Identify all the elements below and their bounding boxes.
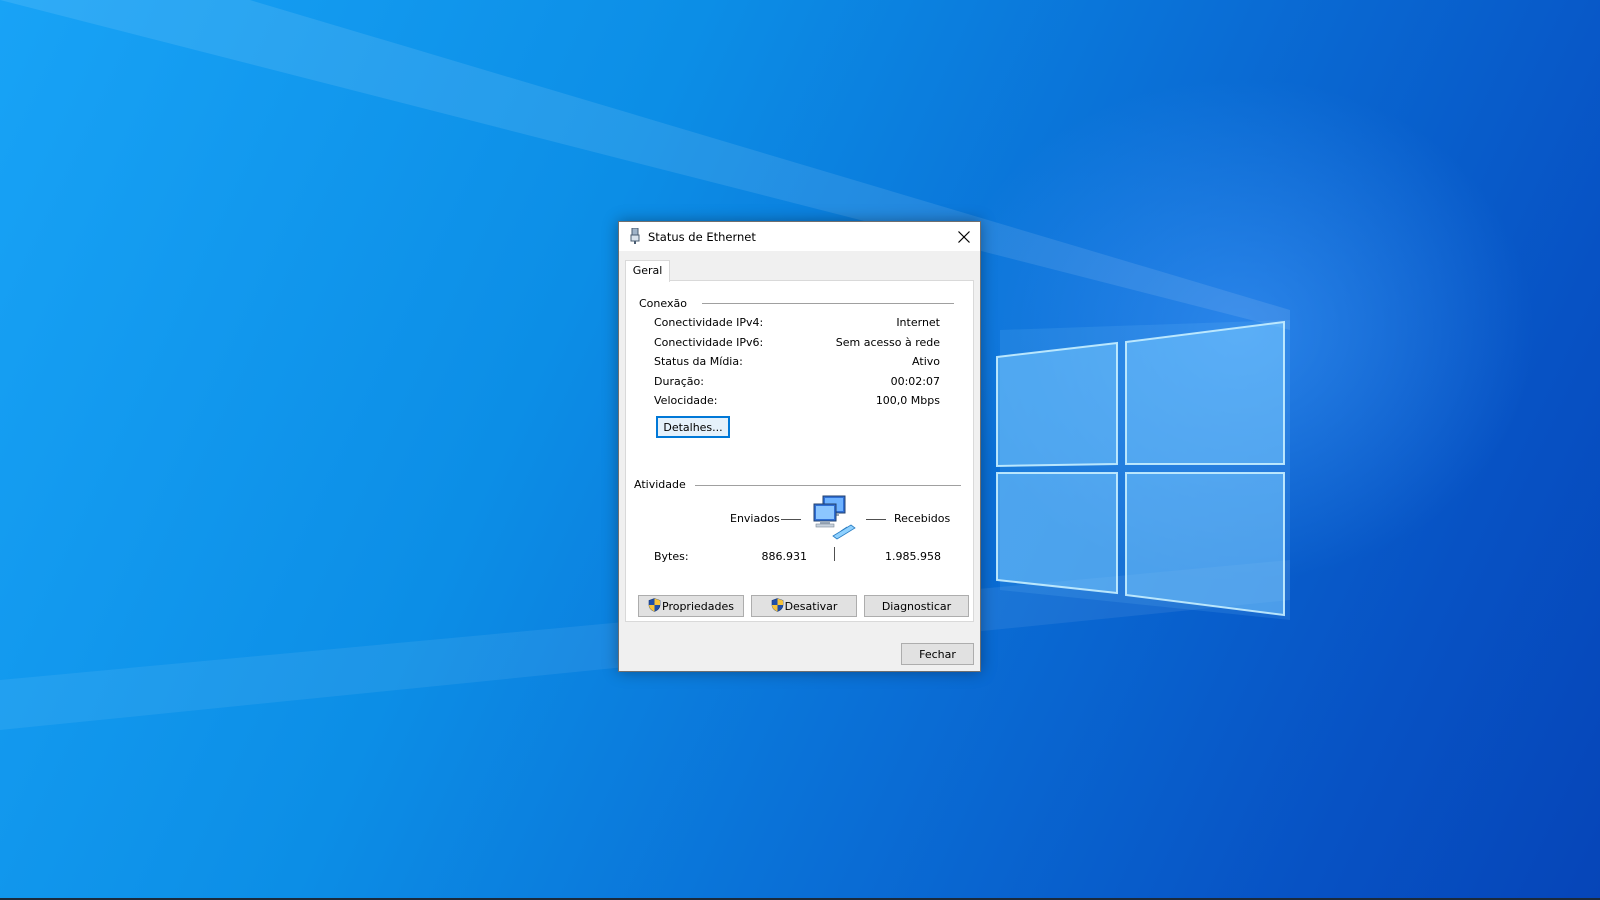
disable-button-label: Desativar [784,599,838,613]
close-button[interactable]: Fechar [901,643,974,665]
title-bar[interactable]: Status de Ethernet [619,222,980,251]
speed-label: Velocidade: [654,394,718,407]
activity-group-divider [695,485,961,486]
bytes-sent-value: 886.931 [761,550,808,563]
window-title: Status de Ethernet [648,230,756,244]
bytes-received-value: 1.985.958 [885,550,941,563]
activity-separator [834,547,835,561]
close-icon [958,230,970,243]
sent-line [781,519,801,520]
close-window-button[interactable] [948,222,980,251]
uac-shield-icon [771,597,784,615]
duration-label: Duração: [654,375,704,388]
sent-label: Enviados [730,512,780,525]
ethernet-status-dialog: Status de Ethernet Geral Conexão Conecti… [618,221,981,672]
network-computers-icon [811,494,859,543]
speed-value: 100,0 Mbps [875,394,940,407]
ipv4-value: Internet [896,316,940,329]
media-status-value: Ativo [912,355,940,368]
properties-button-label: Propriedades [662,599,734,613]
ipv6-value: Sem acesso à rede [835,336,940,349]
connection-group-divider [702,303,954,304]
activity-group-title: Atividade [634,478,692,491]
uac-shield-icon [648,597,661,615]
ipv4-label: Conectividade IPv4: [654,316,764,329]
bytes-label: Bytes: [654,550,689,563]
diagnose-button[interactable]: Diagnosticar [864,595,969,617]
properties-button[interactable]: Propriedades [638,595,744,617]
duration-value: 00:02:07 [890,375,940,388]
connection-group-title: Conexão [639,297,693,310]
received-label: Recebidos [894,512,951,525]
ipv6-label: Conectividade IPv6: [654,336,764,349]
tab-geral[interactable]: Geral [625,260,670,282]
received-line [866,519,886,520]
general-panel: Conexão Conectividade IPv4: Internet Con… [625,280,974,622]
ethernet-plug-icon [629,227,641,247]
disable-button[interactable]: Desativar [751,595,857,617]
details-button[interactable]: Detalhes... [656,416,730,438]
media-status-label: Status da Mídia: [654,355,743,368]
